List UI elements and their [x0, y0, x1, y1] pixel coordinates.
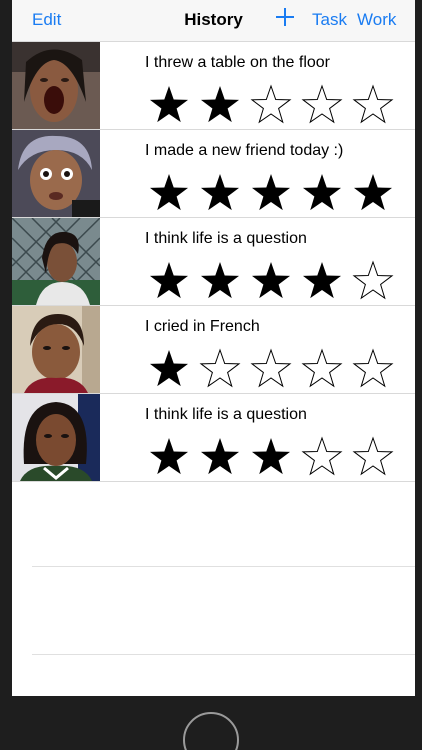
star-filled-icon[interactable] — [199, 260, 241, 302]
star-filled-icon[interactable] — [250, 260, 292, 302]
history-row[interactable]: I made a new friend today :) — [12, 130, 415, 218]
star-empty-icon[interactable] — [250, 84, 292, 126]
star-rating — [148, 260, 403, 302]
work-button[interactable]: Work — [357, 10, 396, 30]
history-row[interactable]: I think life is a question — [12, 394, 415, 482]
face-photo — [12, 306, 100, 393]
history-list: I threw a table on the floor I made a ne… — [12, 42, 415, 482]
task-button[interactable]: Task — [312, 10, 347, 30]
entry-text: I think life is a question — [145, 230, 307, 247]
star-filled-icon[interactable] — [301, 260, 343, 302]
entry-text: I think life is a question — [145, 406, 307, 423]
star-empty-icon[interactable] — [250, 348, 292, 390]
empty-row-divider — [32, 654, 415, 655]
star-rating — [148, 348, 403, 390]
star-filled-icon[interactable] — [148, 260, 190, 302]
empty-row-divider — [32, 566, 415, 567]
star-filled-icon[interactable] — [352, 172, 394, 214]
star-empty-icon[interactable] — [352, 260, 394, 302]
star-filled-icon[interactable] — [199, 172, 241, 214]
star-empty-icon[interactable] — [199, 348, 241, 390]
star-filled-icon[interactable] — [148, 436, 190, 478]
entry-text: I threw a table on the floor — [145, 54, 330, 71]
star-empty-icon[interactable] — [301, 348, 343, 390]
star-filled-icon[interactable] — [250, 436, 292, 478]
star-filled-icon[interactable] — [148, 348, 190, 390]
face-photo — [12, 394, 100, 481]
plus-icon[interactable] — [274, 6, 296, 28]
star-empty-icon[interactable] — [301, 436, 343, 478]
face-photo — [12, 130, 100, 217]
navigation-bar: Edit History Task Work — [12, 0, 415, 42]
star-empty-icon[interactable] — [352, 348, 394, 390]
star-filled-icon[interactable] — [301, 172, 343, 214]
history-row[interactable]: I threw a table on the floor — [12, 42, 415, 130]
star-rating — [148, 436, 403, 478]
star-empty-icon[interactable] — [301, 84, 343, 126]
page-title: History — [184, 10, 243, 29]
star-filled-icon[interactable] — [148, 84, 190, 126]
history-row[interactable]: I cried in French — [12, 306, 415, 394]
star-filled-icon[interactable] — [199, 436, 241, 478]
device-frame: Edit History Task Work I threw a table o… — [0, 0, 422, 750]
entry-text: I made a new friend today :) — [145, 142, 344, 159]
star-empty-icon[interactable] — [352, 436, 394, 478]
home-button[interactable] — [183, 712, 239, 750]
star-filled-icon[interactable] — [250, 172, 292, 214]
entry-text: I cried in French — [145, 318, 260, 335]
star-rating — [148, 84, 403, 126]
star-filled-icon[interactable] — [148, 172, 190, 214]
face-photo — [12, 42, 100, 129]
star-rating — [148, 172, 403, 214]
app-screen: Edit History Task Work I threw a table o… — [12, 0, 415, 696]
history-row[interactable]: I think life is a question — [12, 218, 415, 306]
star-filled-icon[interactable] — [199, 84, 241, 126]
star-empty-icon[interactable] — [352, 84, 394, 126]
face-photo — [12, 218, 100, 305]
